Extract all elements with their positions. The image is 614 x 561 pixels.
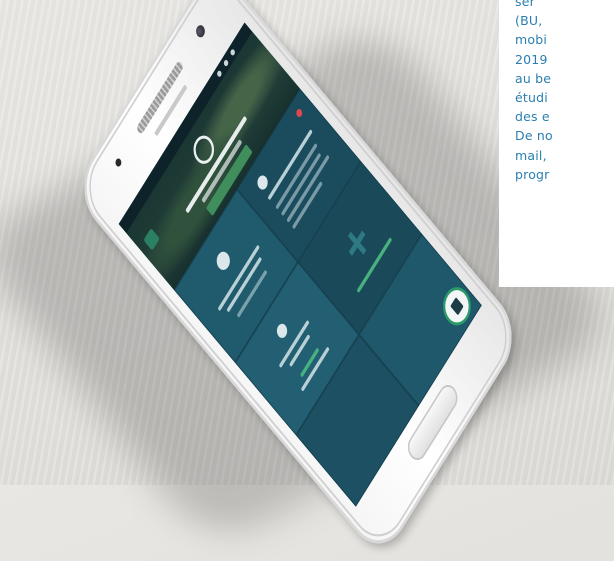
clock-icon bbox=[274, 320, 290, 341]
tile-text-line bbox=[280, 152, 322, 217]
text-line: mail, bbox=[515, 147, 547, 163]
text-line: 2019 bbox=[515, 51, 548, 67]
signal-icon bbox=[216, 69, 223, 79]
text-line: (BU, bbox=[515, 13, 543, 29]
text-line: progr bbox=[515, 166, 550, 182]
qr-code-icon bbox=[450, 297, 464, 316]
document-icon bbox=[255, 172, 270, 193]
text-overlay-lines: ser (BU, mobi 2019 au be étudi des e De … bbox=[515, 0, 553, 184]
text-line: De no bbox=[515, 128, 553, 144]
text-line: étudi bbox=[515, 90, 548, 106]
text-line: des e bbox=[515, 109, 550, 125]
person-icon bbox=[214, 248, 233, 274]
notification-badge bbox=[295, 107, 304, 119]
text-line: au be bbox=[515, 70, 552, 86]
text-overlay-card: ser (BU, mobi 2019 au be étudi des e De … bbox=[499, 0, 614, 287]
plus-icon bbox=[343, 223, 372, 263]
text-line: ser bbox=[515, 0, 535, 9]
scan-button[interactable] bbox=[440, 283, 474, 330]
smartphone bbox=[71, 0, 525, 561]
tile-text-line bbox=[286, 154, 330, 223]
text-line: mobi bbox=[515, 32, 548, 48]
wifi-icon bbox=[222, 58, 230, 68]
battery-icon bbox=[229, 48, 236, 57]
